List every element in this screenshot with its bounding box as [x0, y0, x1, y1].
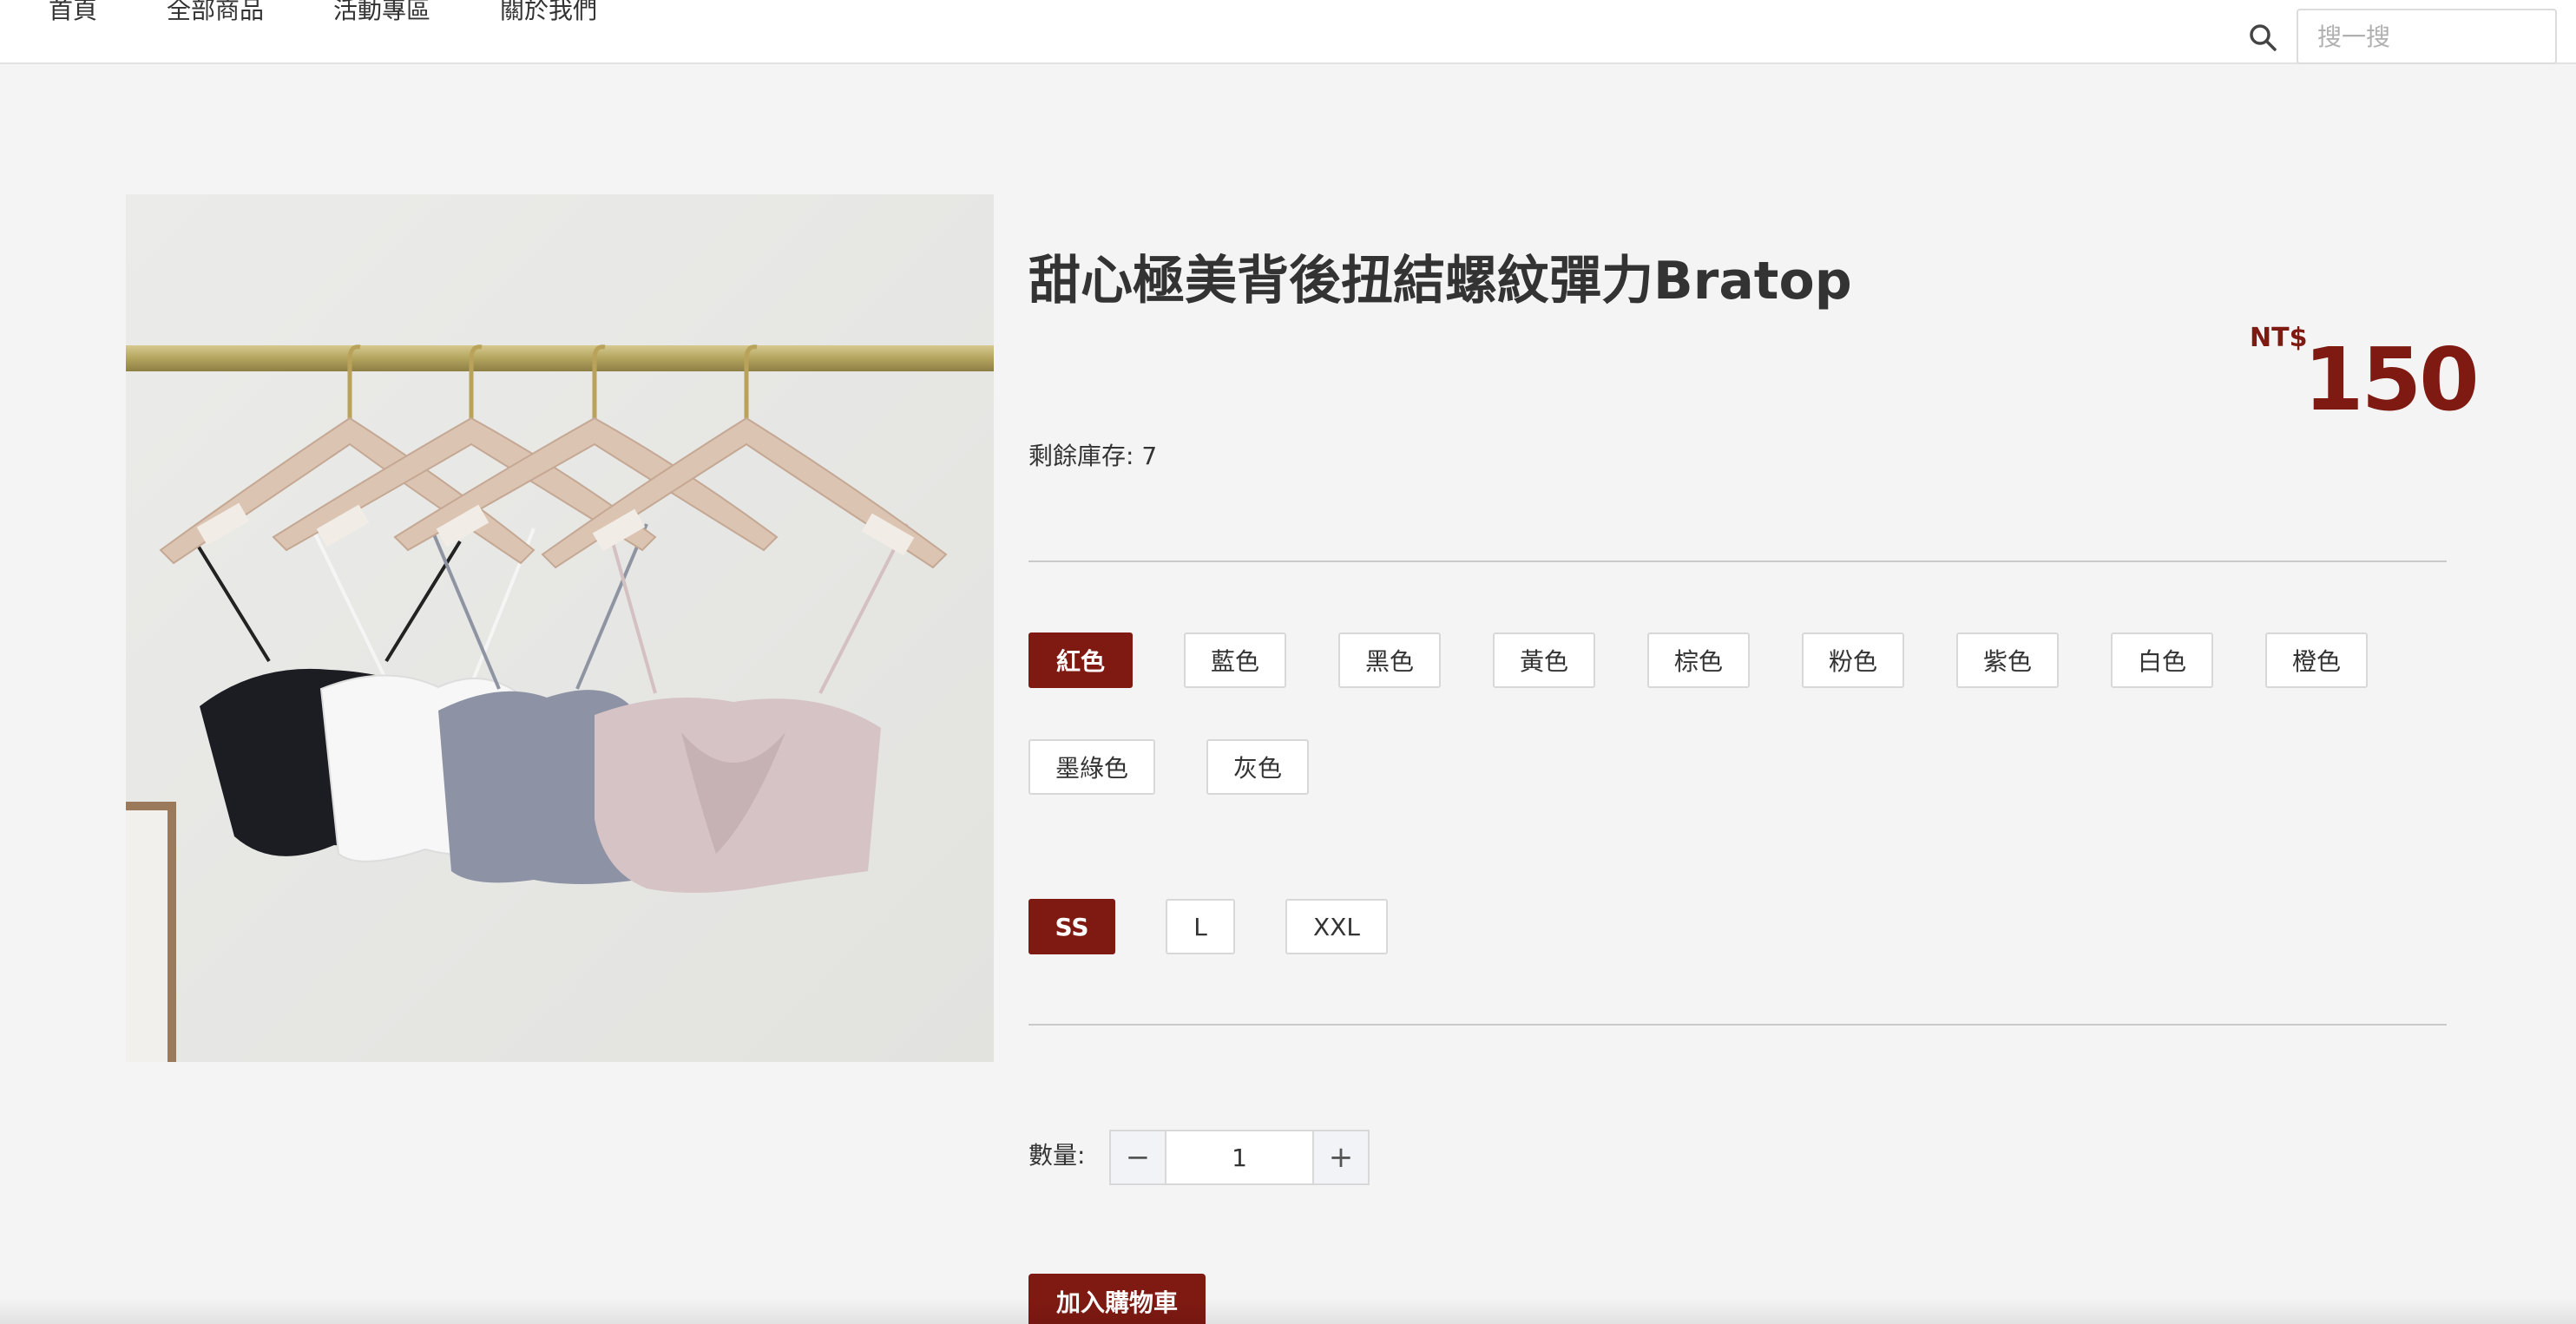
color-option-purple[interactable]: 紫色 — [1956, 633, 2059, 688]
color-option-black[interactable]: 黑色 — [1338, 633, 1441, 688]
top-navigation: 首頁 全部商品 活動專區 關於我們 — [0, 0, 2576, 64]
nav-link-all-products[interactable]: 全部商品 — [167, 0, 264, 24]
nav-link-home[interactable]: 首頁 — [49, 0, 97, 24]
size-option-ss[interactable]: SS — [1028, 899, 1115, 954]
quantity-input[interactable] — [1166, 1131, 1312, 1183]
color-option-orange[interactable]: 橙色 — [2265, 633, 2368, 688]
quantity-increase-button[interactable]: + — [1312, 1131, 1368, 1183]
color-option-white[interactable]: 白色 — [2111, 633, 2213, 688]
price-currency: NT$ — [2250, 323, 2308, 353]
divider — [1028, 1024, 2447, 1026]
color-option-pink[interactable]: 粉色 — [1802, 633, 1904, 688]
color-option-grey[interactable]: 灰色 — [1206, 739, 1309, 795]
quantity-stepper: − + — [1109, 1130, 1370, 1185]
color-option-yellow[interactable]: 黃色 — [1493, 633, 1595, 688]
size-option-l[interactable]: L — [1166, 899, 1235, 954]
divider — [1028, 560, 2447, 562]
search-input[interactable] — [2297, 9, 2557, 64]
stock-value: 7 — [1141, 442, 1158, 470]
color-option-brown[interactable]: 棕色 — [1647, 633, 1750, 688]
quantity-decrease-button[interactable]: − — [1111, 1131, 1166, 1183]
color-option-red[interactable]: 紅色 — [1028, 633, 1133, 688]
stock-info: 剩餘庫存: 7 — [1028, 441, 1157, 472]
nav-link-about-us[interactable]: 關於我們 — [500, 0, 597, 24]
color-option-dark-green[interactable]: 墨綠色 — [1028, 739, 1155, 795]
price-value: 150 — [2303, 329, 2480, 430]
bottom-shadow — [0, 1298, 2576, 1324]
product-title: 甜心極美背後扭結螺紋彈力Bratop — [1028, 251, 1852, 311]
product-image — [126, 194, 994, 1062]
size-option-xxl[interactable]: XXL — [1285, 899, 1388, 954]
add-to-cart-button[interactable]: 加入購物車 — [1028, 1274, 1206, 1324]
color-option-blue[interactable]: 藍色 — [1184, 633, 1286, 688]
nav-link-promotions[interactable]: 活動專區 — [333, 0, 430, 24]
stock-label: 剩餘庫存: — [1028, 442, 1134, 470]
search-icon[interactable] — [2246, 21, 2281, 56]
quantity-label: 數量: — [1028, 1141, 1086, 1170]
